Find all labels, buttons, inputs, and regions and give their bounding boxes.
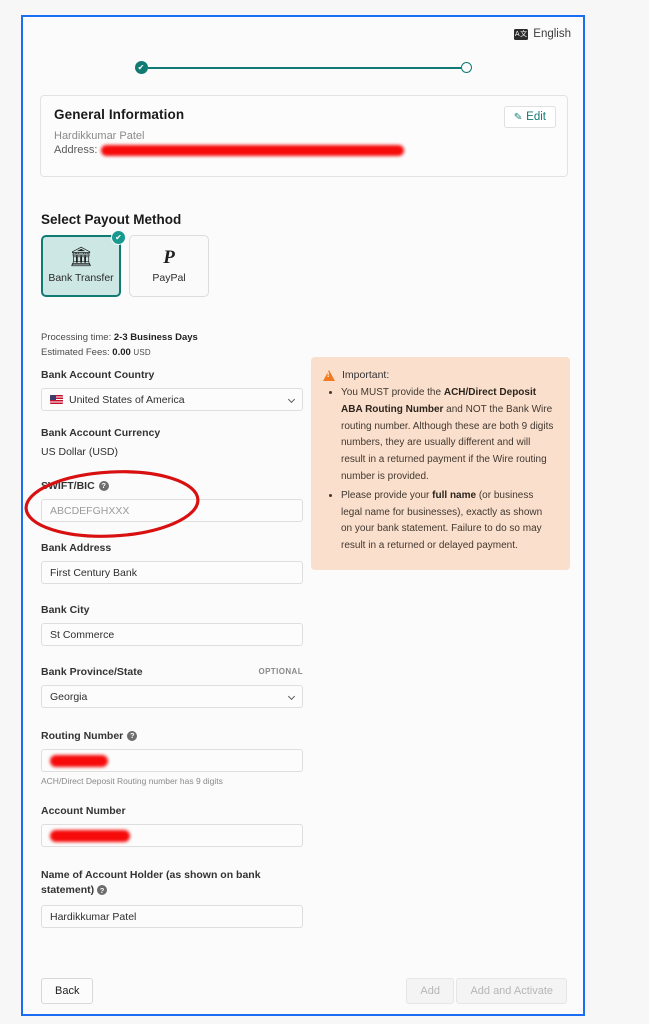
bank-address-value: First Century Bank (50, 566, 137, 579)
bank-province-state-select[interactable]: Georgia (41, 685, 303, 708)
stepper-connector (147, 66, 461, 69)
bank-details-form: Bank Account Country United States of Am… (41, 369, 303, 944)
page-title: General Information (54, 107, 185, 122)
account-holder-input[interactable]: Hardikkumar Patel (41, 905, 303, 929)
bank-city-input[interactable]: St Commerce (41, 623, 303, 646)
processing-info: Processing time: 2-3 Business Days Estim… (41, 331, 198, 360)
label-account-number: Account Number (41, 805, 126, 817)
add-button[interactable]: Add (406, 978, 454, 1004)
field-bank-province-state: Bank Province/State OPTIONAL Georgia (41, 666, 303, 708)
label-bank-address: Bank Address (41, 542, 112, 554)
progress-stepper: ✔ (23, 61, 583, 74)
field-bank-city: Bank City St Commerce (41, 604, 303, 646)
help-icon[interactable]: ? (127, 731, 138, 741)
estimated-fees-label: Estimated Fees: (41, 346, 110, 358)
routing-number-input[interactable] (41, 749, 303, 772)
important-list: You MUST provide the ACH/Direct Deposit … (323, 385, 556, 555)
label-account-holder: Name of Account Holder (as shown on bank… (41, 868, 303, 898)
processing-time-row: Processing time: 2-3 Business Days (41, 331, 198, 346)
optional-tag: OPTIONAL (258, 667, 303, 676)
list-item: Please provide your full name (or busine… (341, 488, 556, 555)
label-routing-number: Routing Number ? (41, 730, 303, 742)
address-redaction (101, 145, 404, 156)
pencil-icon: ✎ (513, 111, 523, 123)
us-flag-icon (50, 395, 63, 404)
paypal-icon: P (163, 247, 175, 268)
important-heading: Important: (342, 369, 390, 381)
payout-method-label: Bank Transfer (48, 272, 114, 284)
important-heading-row: Important: (323, 369, 556, 381)
address-row: Address: (54, 144, 554, 156)
swift-bic-input[interactable]: ABCDEFGHXXX (41, 499, 303, 522)
routing-number-label-text: Routing Number (41, 730, 124, 742)
account-name: Hardikkumar Patel (54, 130, 145, 142)
field-swift-bic: SWIFT/BIC ? ABCDEFGHXXX (41, 480, 303, 522)
help-icon[interactable]: ? (97, 885, 108, 896)
selected-check-icon: ✔ (111, 230, 126, 245)
edit-button[interactable]: ✎ Edit (503, 106, 556, 128)
step-1-complete-icon[interactable]: ✔ (134, 61, 148, 74)
bank-address-input[interactable]: First Century Bank (41, 561, 303, 584)
important-text-part: and NOT the Bank Wire routing number. Al… (341, 403, 554, 482)
label-bank-account-country: Bank Account Country (41, 369, 155, 381)
language-selector[interactable]: A文 English (514, 28, 571, 40)
label-bank-account-currency: Bank Account Currency (41, 427, 161, 439)
estimated-fees-currency: USD (133, 347, 151, 357)
bank-account-currency-value: US Dollar (USD) (41, 446, 119, 458)
field-account-number: Account Number (41, 805, 303, 847)
list-item: You MUST provide the ACH/Direct Deposit … (341, 385, 556, 486)
bank-icon: 🏛 (68, 247, 94, 268)
payout-method-bank-transfer[interactable]: 🏛 Bank Transfer ✔ (41, 230, 126, 297)
language-label: English (533, 28, 571, 40)
field-bank-account-country: Bank Account Country United States of Am… (41, 369, 303, 411)
add-and-activate-button[interactable]: Add and Activate (456, 978, 567, 1004)
processing-time-label: Processing time: (41, 332, 112, 343)
estimated-fees-row: Estimated Fees: 0.00 USD (41, 346, 198, 361)
edit-button-label: Edit (526, 111, 546, 123)
account-number-redaction (50, 830, 130, 842)
section-title-payout: Select Payout Method (41, 212, 182, 227)
field-routing-number: Routing Number ? ACH/Direct Deposit Rout… (41, 730, 303, 786)
swift-bic-label-text: SWIFT/BIC (41, 480, 95, 492)
important-text-bold: full name (432, 489, 477, 501)
form-footer: Back Add Add and Activate (41, 978, 567, 1008)
account-number-input[interactable] (41, 824, 303, 847)
routing-number-help-text: ACH/Direct Deposit Routing number has 9 … (41, 776, 223, 786)
important-text-part: Please provide your (341, 489, 433, 501)
step-2-pending-icon[interactable] (460, 62, 472, 73)
field-bank-account-currency: Bank Account Currency US Dollar (USD) (41, 427, 303, 458)
help-icon[interactable]: ? (98, 481, 109, 491)
address-label: Address: (54, 144, 98, 156)
field-bank-address: Bank Address First Century Bank (41, 542, 303, 584)
chevron-down-icon (287, 395, 296, 403)
bank-province-state-value: Georgia (50, 690, 88, 703)
payout-method-paypal[interactable]: P PayPal (129, 235, 209, 297)
payout-method-label: PayPal (152, 272, 186, 284)
label-swift-bic: SWIFT/BIC ? (41, 480, 303, 492)
processing-time-value: 2-3 Business Days (113, 332, 198, 343)
account-holder-label-text: Name of Account Holder (as shown on bank… (41, 869, 261, 897)
bank-account-country-select[interactable]: United States of America (41, 388, 303, 411)
bank-city-value: St Commerce (50, 628, 115, 641)
chevron-down-icon (287, 692, 296, 700)
translate-icon: A文 (514, 28, 529, 40)
warning-icon (323, 370, 335, 381)
label-bank-city: Bank City (41, 604, 90, 616)
important-callout: Important: You MUST provide the ACH/Dire… (311, 357, 570, 570)
bank-account-country-value: United States of America (69, 393, 185, 406)
payout-setup-frame: A文 English ✔ General Information Hardikk… (21, 15, 585, 1016)
routing-number-redaction (50, 755, 108, 767)
back-button[interactable]: Back (41, 978, 94, 1004)
estimated-fees-value: 0.00 (112, 346, 131, 358)
general-information-card: General Information Hardikkumar Patel Ad… (40, 95, 568, 177)
account-holder-value: Hardikkumar Patel (50, 910, 137, 923)
swift-bic-placeholder: ABCDEFGHXXX (50, 504, 130, 517)
field-account-holder: Name of Account Holder (as shown on bank… (41, 868, 303, 929)
important-text-part: You MUST provide the (341, 387, 444, 398)
